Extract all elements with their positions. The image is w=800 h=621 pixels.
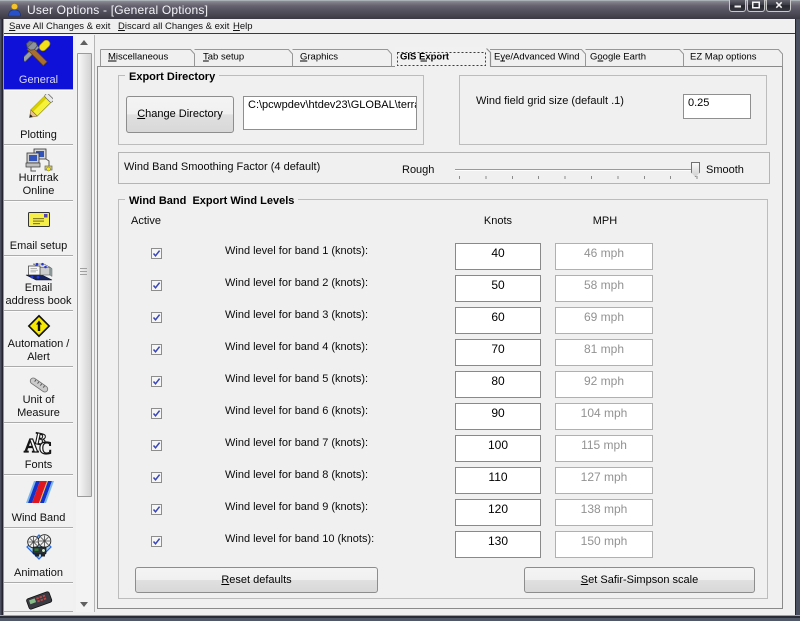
svg-text:Miscellaneous: Miscellaneous <box>108 52 168 63</box>
svg-text:A: A <box>24 435 39 456</box>
svg-text:Tab setup: Tab setup <box>203 52 244 63</box>
svg-text:EZ Map options: EZ Map options <box>690 52 757 63</box>
svg-text:Eye/Advanced Wind: Eye/Advanced Wind <box>494 52 580 63</box>
svg-text:C: C <box>39 438 52 456</box>
